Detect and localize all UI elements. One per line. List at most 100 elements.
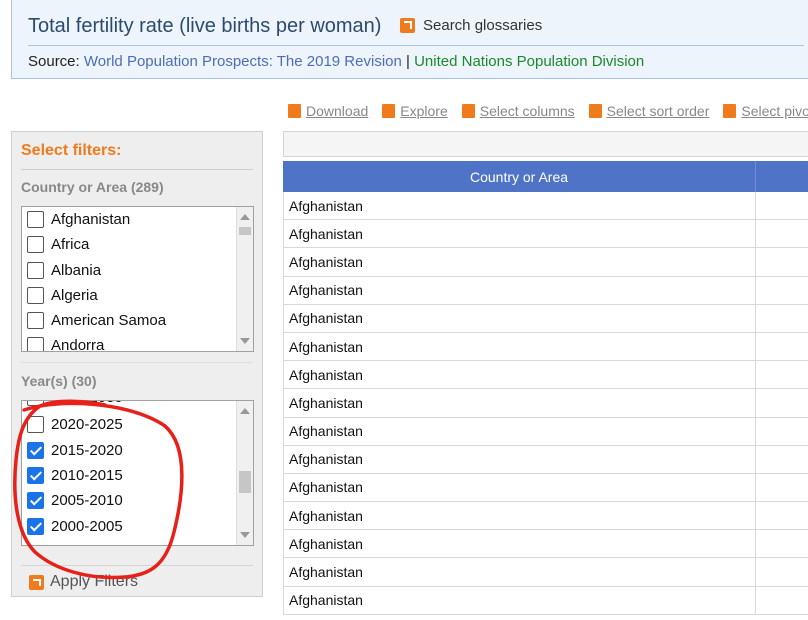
toolbar-select-columns-label: Select columns: [479, 103, 575, 119]
apply-filters-button[interactable]: Apply Filters: [29, 573, 138, 591]
cell-country: Afghanistan: [284, 220, 756, 248]
checkbox[interactable]: [27, 210, 44, 228]
cell-country: Afghanistan: [284, 276, 756, 304]
cell-country: Afghanistan: [284, 558, 756, 586]
year-option[interactable]: 2000-2005: [27, 515, 123, 537]
checkbox[interactable]: [27, 401, 44, 406]
table-row: Afghanistan: [283, 276, 808, 305]
table-row: Afghanistan: [283, 192, 808, 221]
country-option-label: Albania: [51, 261, 102, 279]
table-row: Afghanistan: [283, 530, 808, 559]
cell-next: [756, 361, 808, 388]
country-option[interactable]: Algeria: [27, 284, 98, 306]
toolbar-download-label: Download: [306, 103, 369, 119]
year-option[interactable]: 2010-2015: [27, 464, 123, 486]
scroll-thumb[interactable]: [239, 471, 251, 493]
page-header: Total fertility rate (live births per wo…: [11, 0, 808, 79]
year-option-label: 2020-2025: [51, 415, 123, 433]
table-row: Afghanistan: [283, 586, 808, 615]
cell-next: [756, 587, 808, 614]
table-top-bar: [283, 131, 808, 157]
checkbox-checked[interactable]: [27, 441, 44, 459]
checkbox[interactable]: [27, 311, 44, 329]
column-header-country[interactable]: Country or Area: [283, 161, 755, 192]
apply-filters-label: Apply Filters: [50, 573, 139, 590]
years-scrollbar[interactable]: [236, 401, 253, 545]
checkbox-checked[interactable]: [27, 517, 44, 535]
year-option-label: 2005-2010: [51, 491, 123, 509]
checkbox[interactable]: [27, 415, 44, 433]
toolbar-download[interactable]: Download: [288, 103, 368, 119]
explore-icon: [382, 104, 396, 118]
cell-next: [756, 530, 808, 557]
table-row: Afghanistan: [283, 558, 808, 587]
checkbox[interactable]: [27, 235, 44, 253]
columns-icon: [461, 104, 475, 118]
filters-divider: [21, 565, 253, 566]
sort-az-icon: [588, 104, 602, 118]
country-option-label: American Samoa: [51, 311, 167, 329]
cell-country: Afghanistan: [284, 304, 756, 332]
cell-next: [756, 305, 808, 332]
cell-next: [756, 418, 808, 445]
cell-next: [756, 220, 808, 247]
cell-country: Afghanistan: [284, 389, 756, 417]
source-separator: |: [406, 53, 410, 70]
country-option[interactable]: Afghanistan: [27, 208, 130, 230]
cell-next: [756, 192, 808, 219]
pivot-icon: [723, 104, 737, 118]
table-row: Afghanistan: [283, 389, 808, 418]
table-row: Afghanistan: [283, 304, 808, 333]
arrow-up-icon: [240, 214, 250, 220]
cell-country: Afghanistan: [284, 473, 756, 502]
cell-next: [756, 502, 808, 529]
year-option-label: 2015-2020: [51, 441, 123, 459]
year-option[interactable]: 2015-2020: [27, 439, 123, 461]
arrow-up-icon: [240, 408, 250, 414]
toolbar-sort-order[interactable]: Select sort order: [588, 103, 710, 119]
toolbar-select-pivot[interactable]: Select pivot: [723, 103, 808, 119]
cell-next: [756, 277, 808, 304]
country-listbox[interactable]: Afghanistan Africa Albania Algeria Ameri…: [21, 206, 254, 352]
checkbox[interactable]: [27, 286, 44, 304]
source-link-wpp[interactable]: World Population Prospects: The 2019 Rev…: [84, 53, 402, 70]
year-option[interactable]: 2005-2010: [27, 489, 123, 511]
table-row: Afghanistan: [283, 502, 808, 531]
country-option[interactable]: Andorra: [27, 334, 104, 351]
cell-country: Afghanistan: [284, 332, 756, 361]
country-option-label: Afghanistan: [51, 210, 131, 228]
country-option[interactable]: Albania: [27, 259, 101, 281]
country-option-label: Africa: [51, 235, 90, 253]
source-link-undp[interactable]: United Nations Population Division: [414, 53, 644, 70]
year-option[interactable]: 2020-2025: [27, 413, 123, 435]
arrow-down-icon: [240, 532, 250, 538]
scroll-up-button[interactable]: [237, 209, 253, 225]
toolbar-select-columns[interactable]: Select columns: [461, 103, 575, 119]
country-option-label: Algeria: [51, 286, 98, 304]
scroll-down-button[interactable]: [237, 333, 253, 349]
checkbox[interactable]: [27, 336, 44, 351]
download-icon: [288, 104, 301, 118]
cell-country: Afghanistan: [284, 361, 756, 389]
checkbox-checked[interactable]: [27, 491, 44, 509]
years-filter-label: Year(s) (30): [21, 373, 97, 389]
search-glossaries-link[interactable]: Search glossaries: [400, 17, 542, 34]
checkbox[interactable]: [27, 261, 44, 279]
country-option[interactable]: American Samoa: [27, 309, 166, 331]
years-listbox[interactable]: 2025-2030 2020-2025 2015-2020 2010-2015 …: [21, 400, 254, 546]
year-option-label: 2025-2030: [51, 401, 123, 406]
toolbar-sort-order-label: Select sort order: [606, 103, 710, 119]
year-option[interactable]: 2025-2030: [27, 401, 123, 408]
country-option[interactable]: Africa: [27, 233, 89, 255]
table-row: Afghanistan: [283, 473, 808, 503]
cell-next: [756, 558, 808, 585]
scroll-thumb[interactable]: [239, 227, 251, 235]
scroll-up-button[interactable]: [237, 403, 253, 419]
year-option-label: 2000-2005: [51, 517, 123, 535]
year-option-label: 2010-2015: [51, 466, 123, 484]
toolbar-explore[interactable]: Explore: [382, 103, 448, 119]
scroll-down-button[interactable]: [237, 527, 253, 543]
country-scrollbar[interactable]: [236, 207, 253, 351]
source-line: Source: World Population Prospects: The …: [28, 53, 644, 70]
checkbox-checked[interactable]: [27, 466, 44, 484]
